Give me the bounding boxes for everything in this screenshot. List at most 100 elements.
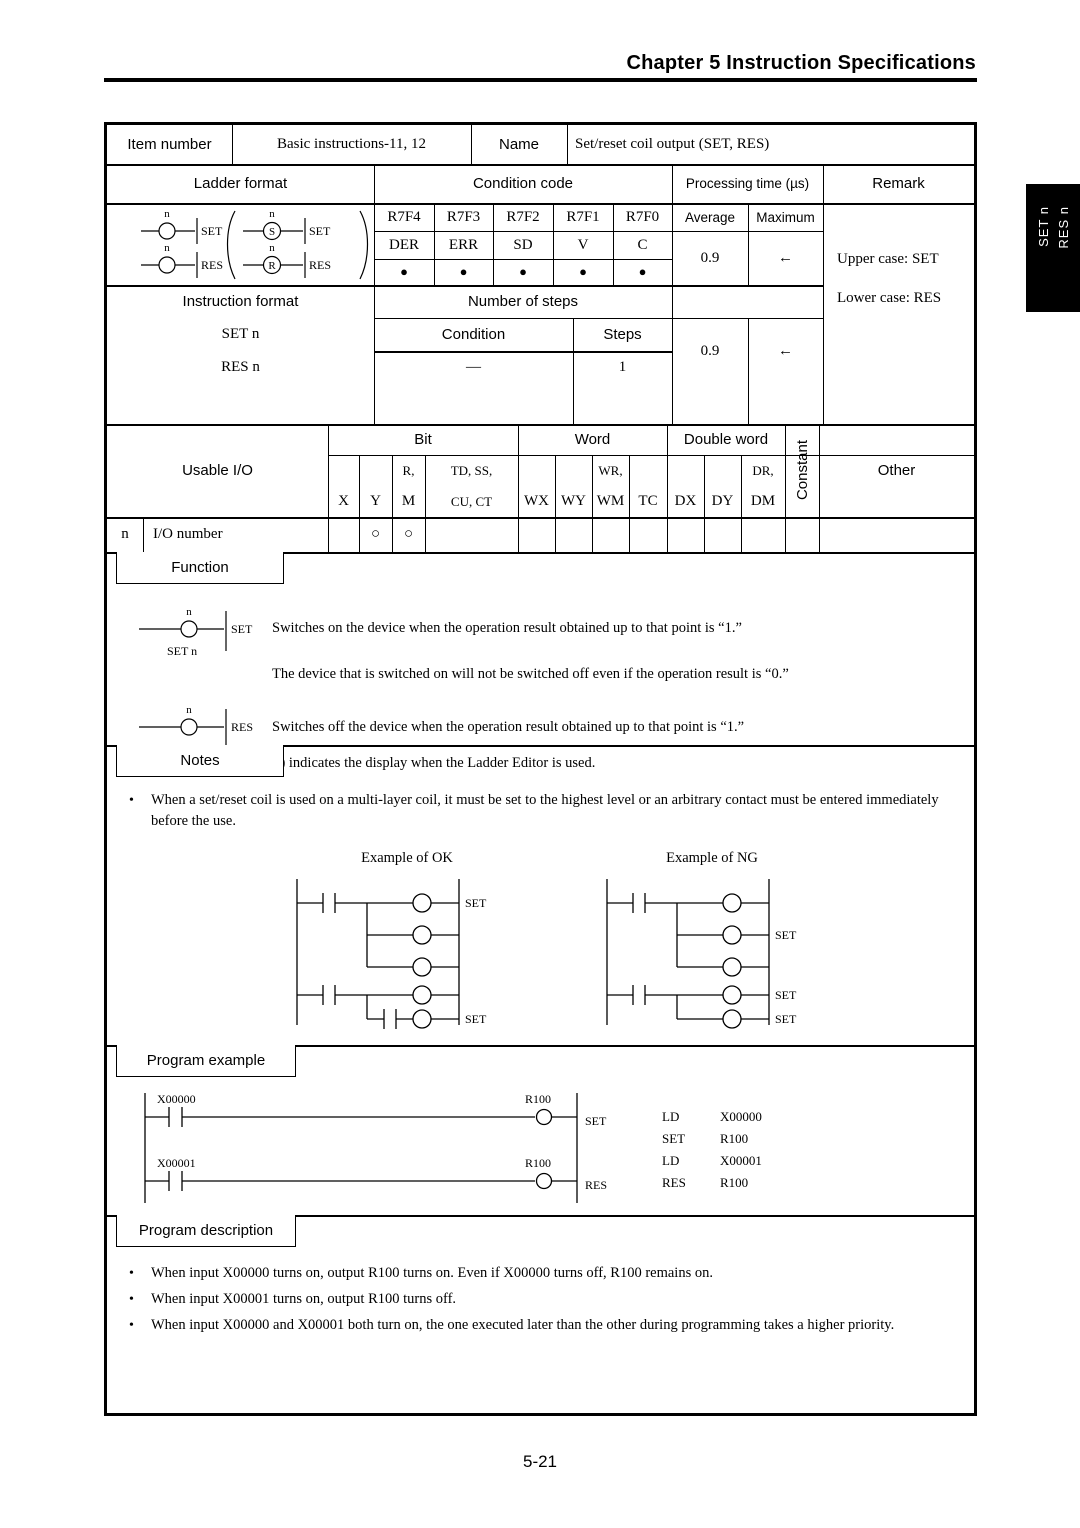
usable-io-mark-wrwm (592, 517, 629, 552)
function-section-tab: Function (116, 552, 284, 584)
usable-io-mark-x (328, 517, 359, 552)
mnemonic-row: LD X00001 (662, 1153, 882, 1169)
condition-mark-0: ● (400, 264, 408, 279)
usable-io-group-double-word: Double word (683, 431, 769, 448)
program-example-ladder: X00000 R100 SET X00001 R100 RES (137, 1085, 667, 1210)
side-index-tab: SET n RES n (1026, 184, 1080, 312)
svg-text:S: S (269, 226, 275, 238)
header-divider (104, 78, 977, 82)
svg-text:RES: RES (309, 258, 331, 272)
svg-text:n: n (269, 242, 275, 254)
mnemonic-op-0: LD (662, 1109, 680, 1124)
usable-io-col-dy: DY (704, 455, 741, 517)
item-number-label: Item number (127, 136, 212, 153)
usable-io-mark-dy (704, 517, 741, 552)
svg-text:SET: SET (775, 928, 797, 942)
mnemonic-operand-0: X00000 (720, 1109, 762, 1124)
usable-io-row-description: I/O number (153, 526, 223, 542)
svg-text:n: n (164, 208, 170, 220)
side-tab-label-res: RES n (1056, 206, 1071, 249)
col-wx-top (518, 455, 555, 486)
remark-line-2: Lower case: RES (837, 290, 942, 306)
usable-io-col-dx: DX (667, 455, 704, 517)
example-ng-label: Example of NG (666, 849, 758, 866)
usable-io-mark-wy (555, 517, 592, 552)
instruction-format-label: Instruction format (182, 293, 299, 310)
steps-label: Steps (603, 326, 642, 343)
condition-value: — (466, 359, 481, 375)
remark-label: Remark (872, 175, 925, 192)
col-tdss-top: TD, SS, (450, 462, 493, 478)
col-wrwm-top: WR, (598, 462, 623, 478)
condition-code-4: R7F0 (625, 208, 660, 225)
page-header: Chapter 5 Instruction Specifications (0, 0, 1080, 92)
bullet-icon: • (129, 793, 134, 808)
program-description-tab-label: Program description (138, 1222, 274, 1239)
function-text-3: Switches off the device when the operati… (272, 719, 745, 735)
svg-text:n: n (186, 606, 192, 618)
usable-io-other-label: Other (877, 462, 916, 479)
col-y-top (359, 455, 392, 486)
processing-time-label: Processing time (µs) (685, 176, 810, 191)
col-dx-top (667, 455, 704, 486)
col-rm-bottom: M (401, 493, 416, 509)
condition-flag-4: C (637, 236, 648, 253)
mnemonic-row: RES R100 (662, 1175, 882, 1191)
program-description-section-tab: Program description (116, 1215, 296, 1247)
function-text-2: The device that is switched on will not … (272, 666, 789, 682)
usable-io-col-wx: WX (518, 455, 555, 517)
svg-text:R100: R100 (525, 1156, 551, 1170)
mnemonic-operand-2: X00001 (720, 1153, 762, 1168)
program-description-bullet-2: • When input X00000 and X00001 both turn… (129, 1315, 959, 1336)
usable-io-mark-other (819, 517, 974, 552)
svg-text:R: R (268, 260, 276, 272)
svg-text:n: n (269, 208, 275, 220)
condition-code-label: Condition code (472, 175, 574, 192)
col-x-bottom: X (338, 493, 349, 509)
mnemonic-operand-1: R100 (720, 1131, 749, 1146)
condition-mark-2: ● (519, 264, 527, 279)
col-wy-top (555, 455, 592, 486)
condition-code-3: R7F1 (566, 208, 600, 225)
function-text-1: Switches on the device when the operatio… (272, 620, 742, 636)
col-drdm-bottom: DM (750, 493, 776, 509)
col-drdm-top: DR, (752, 462, 774, 478)
usable-io-col-wrwm: WR, WM (592, 455, 629, 517)
col-wx-bottom: WX (524, 493, 549, 509)
instruction-spec-frame: Item number Basic instructions-11, 12 Na… (104, 122, 977, 1416)
notes-bullet-text-0: When a set/reset coil is used on a multi… (151, 792, 939, 829)
mnemonic-op-2: LD (662, 1153, 680, 1168)
program-description-text-0: When input X00000 turns on, output R100 … (151, 1265, 713, 1281)
svg-text:SET n: SET n (167, 644, 197, 658)
bullet-icon: • (129, 1266, 134, 1281)
program-example-mnemonics: LD X00000 SET R100 LD X00001 RES R100 (662, 1109, 882, 1191)
usable-io-group-bit: Bit (414, 431, 432, 448)
usable-io-mark-drdm (741, 517, 785, 552)
usable-io-mark-wx (518, 517, 555, 552)
usable-io-group-word: Word (574, 431, 611, 448)
condition-flag-0: DER (389, 236, 419, 253)
col-x-top (328, 455, 359, 486)
col-wrwm-bottom: WM (596, 493, 625, 509)
col-tdss-bottom: CU, CT (450, 493, 493, 509)
condition-mark-4: ● (638, 264, 647, 279)
example-ok-label: Example of OK (361, 849, 453, 866)
usable-io-col-wy: WY (555, 455, 592, 517)
svg-text:RES: RES (201, 258, 223, 272)
usable-io-col-drdm: DR, DM (741, 455, 785, 517)
condition-code-2: R7F2 (506, 208, 540, 225)
svg-text:SET: SET (775, 1012, 797, 1026)
ladder-format-label: Ladder format (193, 175, 288, 192)
page-number: 5-21 (522, 1452, 558, 1471)
average-value-2: 0.9 (700, 342, 720, 359)
program-description-bullet-0: • When input X00000 turns on, output R10… (129, 1263, 959, 1284)
svg-text:SET: SET (465, 1012, 487, 1026)
function-text-4: ( ) indicates the display when the Ladde… (272, 755, 596, 771)
usable-io-constant-label: Constant (785, 424, 819, 517)
program-description-bullet-1: • When input X00001 turns on, output R10… (129, 1289, 959, 1310)
col-dy-top (704, 455, 741, 486)
average-value-1: 0.9 (700, 249, 720, 266)
svg-text:X00000: X00000 (157, 1092, 196, 1106)
condition-mark-3: ● (579, 264, 587, 279)
mnemonic-operand-3: R100 (720, 1175, 749, 1190)
